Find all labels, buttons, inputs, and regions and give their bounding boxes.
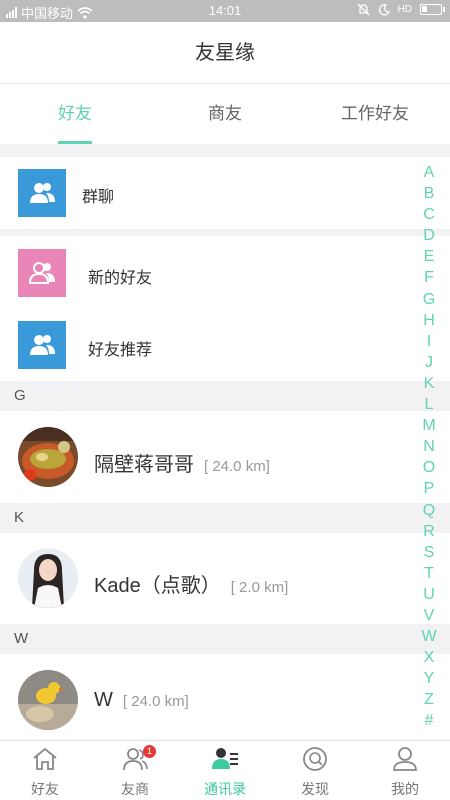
add-friend-icon [18, 249, 66, 297]
index-letter[interactable]: D [420, 225, 438, 246]
status-right: HD [357, 3, 445, 16]
home-icon [33, 747, 57, 770]
avatar [18, 548, 78, 608]
status-bar: 中国移动 14:01 HD [0, 0, 450, 22]
tab-friends[interactable]: 好友 [0, 84, 150, 144]
index-letter[interactable]: E [420, 246, 438, 267]
friend-name-wrap: Kade（点歌） [ 2.0 km] [94, 569, 288, 598]
friend-distance: [ 24.0 km] [122, 693, 189, 710]
address-book-icon [212, 748, 238, 769]
friend-name: Kade（点歌） [94, 575, 221, 597]
index-letter[interactable]: U [420, 584, 438, 605]
index-letter[interactable]: C [420, 204, 438, 225]
recommend-label: 好友推荐 [88, 342, 153, 359]
avatar [18, 670, 78, 730]
section-header-g: G [0, 381, 450, 411]
nav-address-book[interactable]: 通讯录 [180, 741, 270, 800]
battery-icon [420, 4, 445, 15]
index-letter[interactable]: Z [420, 689, 438, 710]
friend-row[interactable]: W [ 24.0 km] [0, 654, 450, 740]
index-letter[interactable]: G [420, 289, 438, 310]
friend-name-wrap: W [ 24.0 km] [94, 689, 189, 712]
index-letter[interactable]: P [420, 478, 438, 499]
index-letter[interactable]: Y [420, 668, 438, 689]
friend-name: W [94, 689, 113, 711]
new-friends-label: 新的好友 [88, 270, 153, 287]
index-letter[interactable]: S [420, 542, 438, 563]
index-letter[interactable]: A [420, 162, 438, 183]
moon-icon [378, 3, 390, 15]
group-icon [18, 169, 66, 217]
friend-row[interactable]: 隔壁蒋哥哥 [ 24.0 km] [0, 411, 450, 503]
index-letter[interactable]: B [420, 183, 438, 204]
index-letter[interactable]: R [420, 521, 438, 542]
nav-label: 发现 [301, 781, 329, 797]
nav-label: 我的 [391, 781, 419, 797]
tab-work-friends[interactable]: 工作好友 [300, 84, 450, 144]
friend-distance: [ 2.0 km] [230, 579, 289, 596]
hd-call-icon: HD [397, 4, 412, 15]
index-letter[interactable]: O [420, 457, 438, 478]
index-letter[interactable]: T [420, 563, 438, 584]
index-letter[interactable]: J [420, 352, 438, 373]
notification-badge: 1 [143, 745, 156, 758]
friend-name-wrap: 隔壁蒋哥哥 [ 24.0 km] [94, 448, 270, 477]
recommend-row[interactable]: 好友推荐 [0, 308, 450, 381]
index-letter[interactable]: M [420, 415, 438, 436]
index-letter[interactable]: Q [420, 500, 438, 521]
mute-icon [357, 3, 370, 16]
nav-discover[interactable]: 发现 [270, 741, 360, 800]
index-letter[interactable]: # [420, 710, 438, 731]
friend-row[interactable]: Kade（点歌） [ 2.0 km] [0, 533, 450, 625]
index-letter[interactable]: X [420, 647, 438, 668]
alphabet-index[interactable]: A B C D E F G H I J K L M N O P Q R S T U V W X Y Z # [420, 162, 438, 732]
nav-label: 友商 [121, 781, 149, 797]
section-header-w: W [0, 624, 450, 654]
index-letter[interactable]: W [420, 626, 438, 647]
profile-icon [393, 747, 417, 771]
group-chat-label: 群聊 [82, 189, 115, 206]
friend-name: 隔壁蒋哥哥 [94, 454, 194, 476]
index-letter[interactable]: L [420, 394, 438, 415]
group-chat-row[interactable]: 群聊 [0, 157, 450, 229]
tab-business-friends[interactable]: 商友 [150, 84, 300, 144]
index-letter[interactable]: V [420, 605, 438, 626]
index-letter[interactable]: K [420, 373, 438, 394]
nav-business[interactable]: 1 友商 [90, 741, 180, 800]
page-title: 友星缘 [0, 22, 450, 84]
top-tabs: 好友 商友 工作好友 [0, 84, 450, 144]
friend-distance: [ 24.0 km] [204, 458, 270, 475]
new-friends-row[interactable]: 新的好友 [0, 236, 450, 308]
nav-friends[interactable]: 好友 [0, 741, 90, 800]
recommend-group-icon [18, 321, 66, 369]
index-letter[interactable]: N [420, 436, 438, 457]
bottom-nav: 好友 1 友商 通讯录 发现 我的 [0, 740, 450, 800]
index-letter[interactable]: F [420, 267, 438, 288]
avatar [18, 427, 78, 487]
nav-profile[interactable]: 我的 [360, 741, 450, 800]
nav-label: 好友 [31, 781, 59, 797]
discover-icon [303, 747, 327, 771]
index-letter[interactable]: I [420, 331, 438, 352]
section-header-k: K [0, 503, 450, 533]
index-letter[interactable]: H [420, 310, 438, 331]
shortcut-block: 新的好友 好友推荐 [0, 236, 450, 381]
nav-label: 通讯录 [204, 781, 246, 797]
